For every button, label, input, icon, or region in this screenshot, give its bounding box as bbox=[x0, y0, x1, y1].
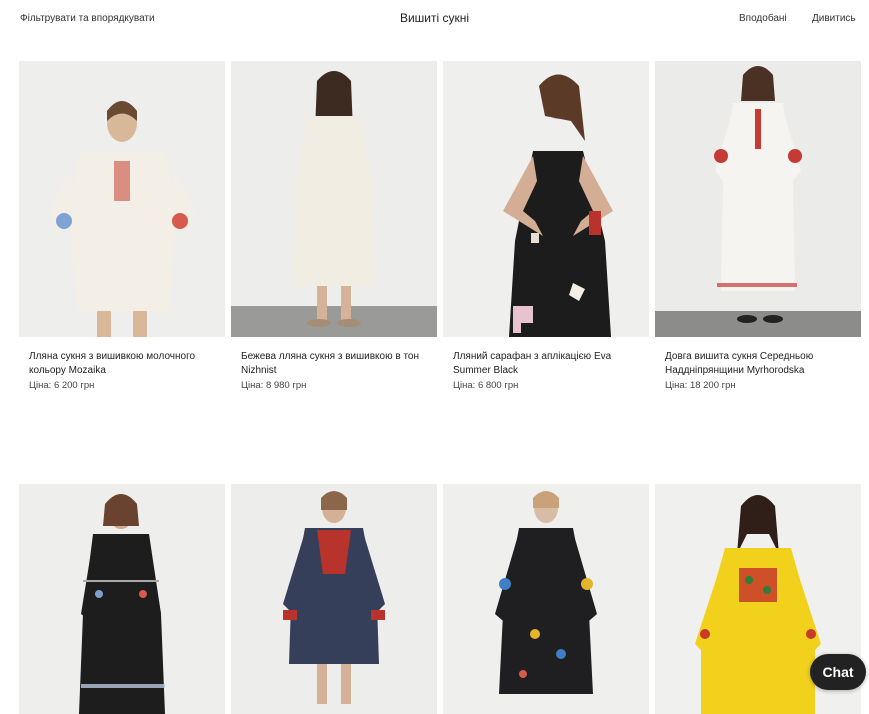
product-photo[interactable] bbox=[655, 61, 861, 337]
product-title[interactable]: Лляний сарафан з аплікацією Eva Summer B… bbox=[443, 350, 649, 378]
product-photo[interactable] bbox=[19, 484, 225, 714]
product-card[interactable] bbox=[443, 484, 649, 714]
product-price: Ціна: 18 200 грн bbox=[665, 380, 736, 391]
top-bar: Фільтрувати та впорядкувати Вишиті сукні… bbox=[0, 0, 869, 40]
product-photo-image bbox=[19, 484, 225, 714]
product-card[interactable]: Бежева лляна сукня з вишивкою в тон Nizh… bbox=[231, 61, 437, 391]
page: Фільтрувати та впорядкувати Вишиті сукні… bbox=[0, 0, 869, 714]
product-photo[interactable] bbox=[231, 484, 437, 714]
product-title[interactable]: Довга вишита сукня Середньою Наддніпрянщ… bbox=[655, 350, 861, 378]
product-card[interactable]: Лляна сукня з вишивкою молочного кольору… bbox=[19, 61, 225, 391]
product-card[interactable] bbox=[19, 484, 225, 714]
product-price: Ціна: 6 200 грн bbox=[29, 380, 95, 391]
product-photo-image bbox=[231, 61, 437, 337]
view-link[interactable]: Дивитись bbox=[812, 13, 856, 24]
product-title[interactable]: Бежева лляна сукня з вишивкою в тон Nizh… bbox=[231, 350, 437, 378]
product-card[interactable]: Лляний сарафан з аплікацією Eva Summer B… bbox=[443, 61, 649, 391]
product-photo[interactable] bbox=[19, 61, 225, 337]
product-card[interactable] bbox=[231, 484, 437, 714]
chat-button[interactable]: Chat bbox=[810, 654, 866, 690]
liked-link[interactable]: Вподобані bbox=[739, 13, 787, 24]
product-price: Ціна: 6 800 грн bbox=[453, 380, 519, 391]
product-photo[interactable] bbox=[443, 61, 649, 337]
product-photo-image bbox=[655, 61, 861, 337]
product-photo-image bbox=[443, 61, 649, 337]
product-title[interactable]: Лляна сукня з вишивкою молочного кольору… bbox=[19, 350, 225, 378]
product-photo-image bbox=[19, 61, 225, 337]
product-photo[interactable] bbox=[231, 61, 437, 337]
product-card[interactable]: Довга вишита сукня Середньою Наддніпрянщ… bbox=[655, 61, 861, 391]
product-photo-image bbox=[443, 484, 649, 714]
product-photo-image bbox=[231, 484, 437, 714]
product-photo[interactable] bbox=[443, 484, 649, 714]
product-price: Ціна: 8 980 грн bbox=[241, 380, 307, 391]
